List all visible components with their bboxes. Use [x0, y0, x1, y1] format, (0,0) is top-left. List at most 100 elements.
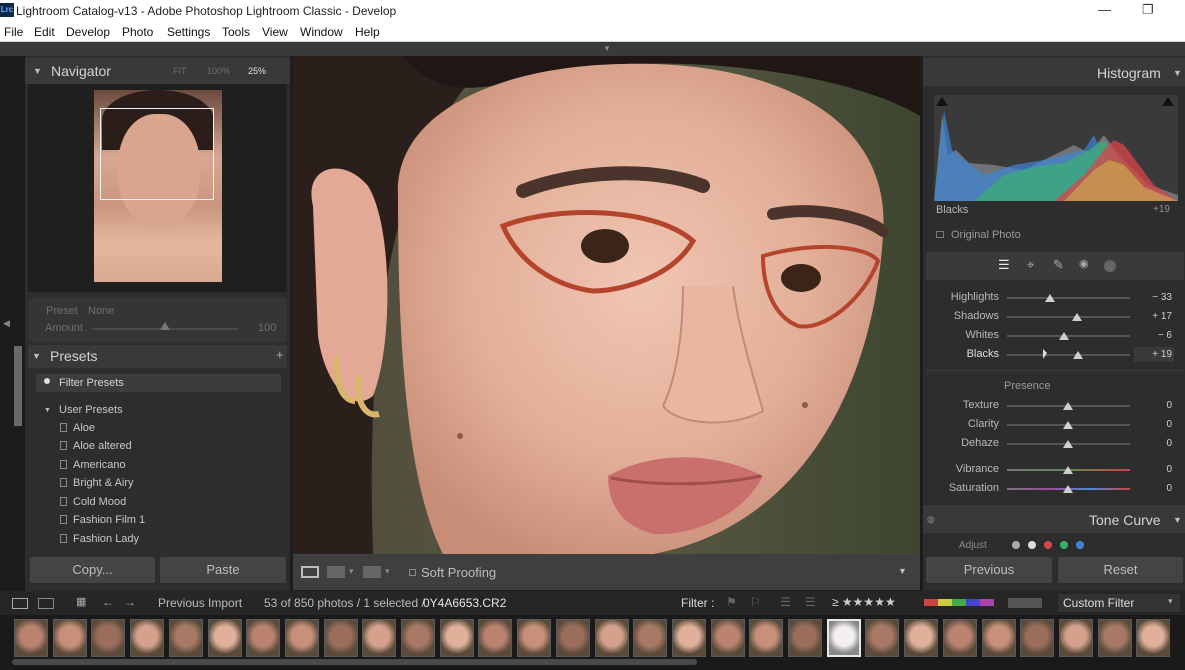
filmstrip-thumbnail[interactable] [981, 619, 1016, 657]
toolbar-menu-icon[interactable]: ▼ [898, 566, 907, 576]
menu-view[interactable]: View [262, 25, 288, 39]
filmstrip-thumbnail[interactable] [168, 619, 203, 657]
second-window-icon[interactable] [38, 598, 54, 609]
vibrance-value[interactable]: 0 [1142, 464, 1172, 475]
chevron-down-icon[interactable]: ▼ [603, 44, 611, 53]
soft-proof-checkbox[interactable] [409, 569, 416, 576]
flag-icon[interactable]: ⚑ [726, 595, 737, 609]
filmstrip-thumbnail[interactable] [207, 619, 242, 657]
highlight-clip-icon[interactable] [1162, 97, 1174, 106]
filmstrip-thumbnail[interactable] [130, 619, 165, 657]
shadows-value[interactable]: + 17 [1142, 311, 1172, 322]
red-eye-icon[interactable]: ◉ [1079, 257, 1089, 270]
curve-point-icon[interactable] [1012, 541, 1020, 549]
clarity-slider-thumb[interactable] [1063, 421, 1073, 429]
filmstrip-thumbnail[interactable] [594, 619, 629, 657]
masking-icon[interactable] [1104, 260, 1116, 272]
filmstrip-thumbnail[interactable] [826, 619, 861, 657]
menu-settings[interactable]: Settings [167, 25, 210, 39]
navigator-header[interactable]: ▼ Navigator FIT 100% 25% [25, 58, 290, 84]
filmstrip-thumbnail[interactable] [284, 619, 319, 657]
menu-photo[interactable]: Photo [122, 25, 153, 39]
menu-develop[interactable]: Develop [66, 25, 110, 39]
custom-filter-dropdown[interactable]: Custom Filter ▾ [1058, 594, 1180, 612]
blacks-slider-thumb[interactable] [1073, 351, 1083, 359]
highlights-value[interactable]: − 33 [1142, 292, 1172, 303]
restore-icon[interactable]: ❐ [1142, 2, 1154, 18]
main-window-icon[interactable] [12, 598, 28, 609]
filmstrip-thumbnail[interactable] [362, 619, 397, 657]
filename-label[interactable]: 0Y4A6653.CR2 [423, 596, 506, 610]
left-scrollbar[interactable] [14, 346, 22, 426]
blacks-track[interactable] [1007, 354, 1130, 356]
filmstrip-thumbnail[interactable] [1136, 619, 1171, 657]
copy-button[interactable]: Copy... [30, 557, 155, 583]
panel-switch-icon[interactable]: ◍ [927, 514, 935, 525]
filmstrip-thumbnail[interactable] [749, 619, 784, 657]
preset-item[interactable]: Fashion Film 1 [73, 514, 145, 526]
loupe-view-icon[interactable] [301, 566, 319, 578]
filmstrip-thumbnail[interactable] [710, 619, 745, 657]
preset-item[interactable]: Bright & Airy [73, 477, 134, 489]
shadow-clip-icon[interactable] [936, 97, 948, 106]
edit-sliders-icon[interactable]: ☰ [998, 257, 1010, 273]
minimize-icon[interactable]: — [1098, 2, 1111, 17]
menu-window[interactable]: Window [300, 25, 343, 39]
filmstrip-thumbnail[interactable] [246, 619, 281, 657]
saturation-slider-thumb[interactable] [1063, 485, 1073, 493]
unflag-icon[interactable]: ⚐ [750, 595, 761, 609]
back-arrow-icon[interactable]: ← [102, 595, 114, 609]
highlights-slider-thumb[interactable] [1045, 294, 1055, 302]
filmstrip-thumbnail[interactable] [1097, 619, 1132, 657]
histogram-header[interactable]: Histogram ▼ [923, 58, 1185, 86]
filmstrip-thumbnail[interactable] [401, 619, 435, 657]
zoom-100[interactable]: 100% [207, 66, 230, 76]
dropdown-icon[interactable]: ▾ [385, 566, 390, 577]
histogram-graph[interactable] [934, 95, 1178, 201]
preset-item[interactable]: Cold Mood [73, 496, 126, 508]
healing-icon[interactable]: ✎ [1053, 257, 1064, 273]
color-label-filter[interactable] [924, 599, 994, 606]
collapse-triangle-icon[interactable]: ▼ [44, 407, 51, 414]
paste-button[interactable]: Paste [160, 557, 286, 583]
crop-icon[interactable]: ⌖ [1027, 257, 1034, 273]
source-label[interactable]: Previous Import [158, 596, 242, 610]
dehaze-slider-thumb[interactable] [1063, 440, 1073, 448]
filmstrip-thumbnail[interactable] [91, 619, 126, 657]
forward-arrow-icon[interactable]: → [124, 595, 136, 609]
preset-item[interactable]: Fashion Lady [73, 533, 139, 545]
preset-item[interactable]: Americano [73, 459, 126, 471]
green-curve-icon[interactable] [1060, 541, 1068, 549]
saturation-value[interactable]: 0 [1142, 483, 1172, 494]
add-preset-icon[interactable]: + [276, 347, 284, 362]
dehaze-value[interactable]: 0 [1142, 438, 1172, 449]
menu-edit[interactable]: Edit [34, 25, 55, 39]
filmstrip-thumbnail[interactable] [555, 619, 590, 657]
whites-value[interactable]: − 6 [1142, 330, 1172, 341]
list-filter-icon[interactable]: ☰ [780, 595, 791, 609]
amount-slider-thumb[interactable] [160, 322, 170, 330]
presets-header[interactable]: ▼ Presets + [28, 345, 287, 368]
filmstrip-thumbnail[interactable] [14, 619, 48, 657]
navigator-thumbnail[interactable] [94, 90, 222, 282]
rgb-curve-icon[interactable] [1028, 541, 1036, 549]
filmstrip-thumbnail[interactable] [1058, 619, 1093, 657]
filmstrip-thumbnail[interactable] [633, 619, 668, 657]
filmstrip-thumbnail[interactable] [1020, 619, 1055, 657]
previous-button[interactable]: Previous [926, 557, 1052, 583]
dropdown-icon[interactable]: ▾ [349, 566, 354, 577]
photo-canvas[interactable] [293, 56, 920, 554]
shadows-track[interactable] [1007, 316, 1130, 318]
filmstrip-thumbnail[interactable] [671, 619, 706, 657]
highlights-track[interactable] [1007, 297, 1130, 299]
filmstrip-thumbnail[interactable] [788, 619, 822, 657]
zoom-25[interactable]: 25% [248, 66, 266, 76]
original-photo-checkbox[interactable] [936, 231, 944, 238]
filmstrip-thumbnail[interactable] [52, 619, 87, 657]
collapse-left-icon[interactable]: ◀ [3, 318, 10, 329]
red-curve-icon[interactable] [1044, 541, 1052, 549]
blue-curve-icon[interactable] [1076, 541, 1084, 549]
compare-icon[interactable] [363, 566, 381, 578]
texture-value[interactable]: 0 [1142, 400, 1172, 411]
filter-presets-row[interactable]: Filter Presets [36, 374, 281, 392]
